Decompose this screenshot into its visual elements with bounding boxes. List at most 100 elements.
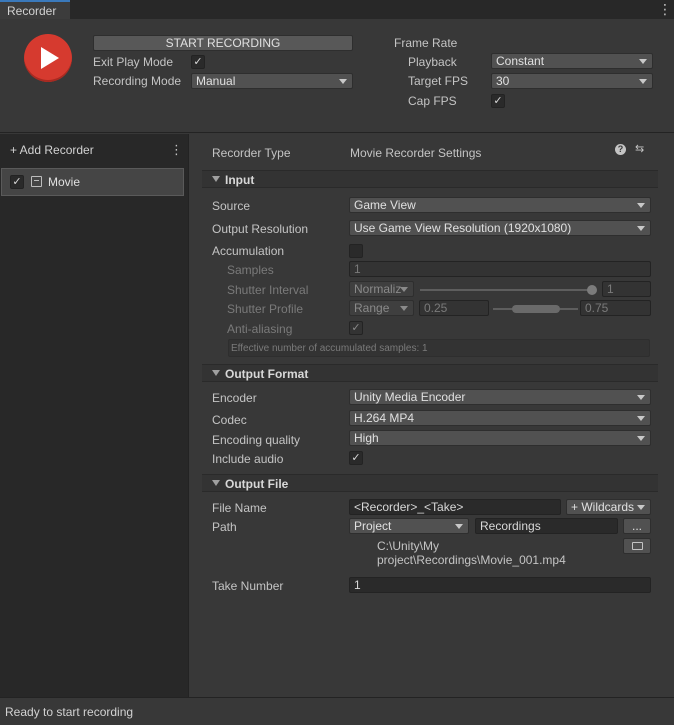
recorder-item-label: Movie: [48, 175, 81, 189]
anti-aliasing-label: Anti-aliasing: [227, 322, 293, 336]
chevron-down-icon: [339, 79, 347, 84]
chevron-down-icon: [455, 524, 463, 529]
file-name-input[interactable]: <Recorder>_<Take>: [349, 499, 561, 515]
samples-field: 1: [349, 261, 651, 277]
shutter-interval-slider-track: [420, 289, 592, 291]
shutter-interval-label: Shutter Interval: [227, 283, 309, 297]
play-icon: [41, 47, 59, 69]
target-fps-label: Target FPS: [408, 74, 469, 88]
input-section-header[interactable]: Input: [202, 170, 658, 188]
path-root-dropdown[interactable]: Project: [349, 518, 469, 534]
status-bar: Ready to start recording: [0, 697, 674, 725]
chevron-down-icon: [639, 59, 647, 64]
recorder-type-label: Recorder Type: [212, 146, 291, 160]
chevron-down-icon: [637, 436, 645, 441]
chevron-down-icon: [637, 395, 645, 400]
recorder-enabled-checkbox[interactable]: ✓: [10, 175, 24, 189]
chevron-down-icon: [637, 203, 645, 208]
path-root-value: Project: [354, 519, 392, 533]
open-folder-button[interactable]: [623, 538, 651, 554]
cap-fps-checkbox[interactable]: ✓: [491, 94, 505, 108]
shutter-interval-value-field: 1: [602, 281, 651, 297]
wildcards-dropdown[interactable]: + Wildcards: [566, 499, 651, 515]
chevron-down-icon: [639, 79, 647, 84]
frame-rate-label: Frame Rate: [394, 36, 458, 50]
shutter-profile-label: Shutter Profile: [227, 302, 304, 316]
window-tab-bar: Recorder ⋮: [0, 0, 674, 19]
input-section-title: Input: [225, 173, 255, 187]
target-fps-dropdown[interactable]: 30: [491, 73, 653, 89]
source-dropdown[interactable]: Game View: [349, 197, 651, 213]
output-resolution-dropdown[interactable]: Use Game View Resolution (1920x1080): [349, 220, 651, 236]
recording-controls: START RECORDING Exit Play Mode ✓ Recordi…: [0, 19, 674, 133]
foldout-arrow-icon: [212, 176, 220, 182]
shutter-profile-mode-value: Range: [354, 301, 390, 315]
output-format-section-header[interactable]: Output Format: [202, 364, 658, 382]
recorder-tab[interactable]: Recorder: [0, 0, 70, 19]
recorder-list-menu-icon[interactable]: ⋮: [170, 142, 183, 158]
anti-aliasing-checkbox: ✓: [349, 321, 363, 335]
recording-mode-value: Manual: [196, 74, 236, 88]
take-number-label: Take Number: [212, 579, 284, 593]
codec-label: Codec: [212, 413, 247, 427]
include-audio-checkbox[interactable]: ✓: [349, 451, 363, 465]
resolved-path-line2: project\Recordings\Movie_001.mp4: [377, 553, 566, 567]
codec-dropdown[interactable]: H.264 MP4: [349, 410, 651, 426]
playback-label: Playback: [408, 55, 457, 69]
chevron-down-icon: [637, 505, 645, 510]
accumulation-checkbox[interactable]: [349, 244, 363, 258]
chevron-down-icon: [637, 226, 645, 231]
record-play-button[interactable]: [24, 34, 72, 82]
output-file-section-header[interactable]: Output File: [202, 474, 658, 492]
help-icon[interactable]: ?: [615, 144, 626, 155]
exit-play-mode-label: Exit Play Mode: [93, 55, 174, 69]
encoding-quality-label: Encoding quality: [212, 433, 301, 447]
shutter-profile-min-field: 0.25: [419, 300, 489, 316]
recording-mode-label: Recording Mode: [93, 74, 182, 88]
wildcards-label: + Wildcards: [571, 500, 635, 514]
foldout-arrow-icon: [212, 480, 220, 486]
playback-dropdown[interactable]: Constant: [491, 53, 653, 69]
presets-icon[interactable]: ⇆: [635, 142, 647, 156]
path-folder-input[interactable]: Recordings: [475, 518, 618, 534]
encoder-dropdown[interactable]: Unity Media Encoder: [349, 389, 651, 405]
shutter-profile-mode-dropdown: Range: [349, 300, 414, 316]
encoder-value: Unity Media Encoder: [354, 390, 466, 404]
output-file-section-title: Output File: [225, 477, 289, 491]
recording-mode-dropdown[interactable]: Manual: [191, 73, 353, 89]
shutter-interval-mode-value: Normaliz: [354, 282, 402, 296]
source-label: Source: [212, 199, 251, 213]
cap-fps-label: Cap FPS: [408, 94, 457, 108]
exit-play-mode-checkbox[interactable]: ✓: [191, 55, 205, 69]
output-resolution-label: Output Resolution: [212, 222, 309, 236]
output-format-section-title: Output Format: [225, 367, 309, 381]
effective-samples-info: Effective number of accumulated samples:…: [228, 339, 650, 357]
encoding-quality-dropdown[interactable]: High: [349, 430, 651, 446]
browse-button[interactable]: ...: [623, 518, 651, 534]
chevron-down-icon: [400, 306, 408, 311]
accumulation-label: Accumulation: [212, 244, 285, 258]
path-label: Path: [212, 520, 237, 534]
recorder-list-panel: + Add Recorder ⋮ ✓ Movie: [0, 134, 189, 697]
window-menu-icon[interactable]: ⋮: [658, 1, 672, 17]
add-recorder-button[interactable]: + Add Recorder: [10, 143, 94, 157]
source-value: Game View: [354, 198, 416, 212]
start-recording-button[interactable]: START RECORDING: [93, 35, 353, 51]
recorder-type-value: Movie Recorder Settings: [350, 146, 482, 160]
encoding-quality-value: High: [354, 431, 379, 445]
recorder-list-item-movie[interactable]: ✓ Movie: [1, 168, 184, 196]
shutter-profile-range-handle: [512, 305, 560, 313]
target-fps-value: 30: [496, 74, 510, 88]
status-text: Ready to start recording: [5, 705, 134, 719]
shutter-interval-mode-dropdown: Normaliz: [349, 281, 414, 297]
codec-value: H.264 MP4: [354, 411, 415, 425]
take-number-input[interactable]: 1: [349, 577, 651, 593]
encoder-label: Encoder: [212, 391, 257, 405]
chevron-down-icon: [637, 416, 645, 421]
open-folder-icon: [632, 542, 643, 550]
output-resolution-value: Use Game View Resolution (1920x1080): [354, 221, 572, 235]
include-audio-label: Include audio: [212, 452, 284, 466]
file-name-label: File Name: [212, 501, 267, 515]
samples-label: Samples: [227, 263, 274, 277]
foldout-arrow-icon: [212, 370, 220, 376]
